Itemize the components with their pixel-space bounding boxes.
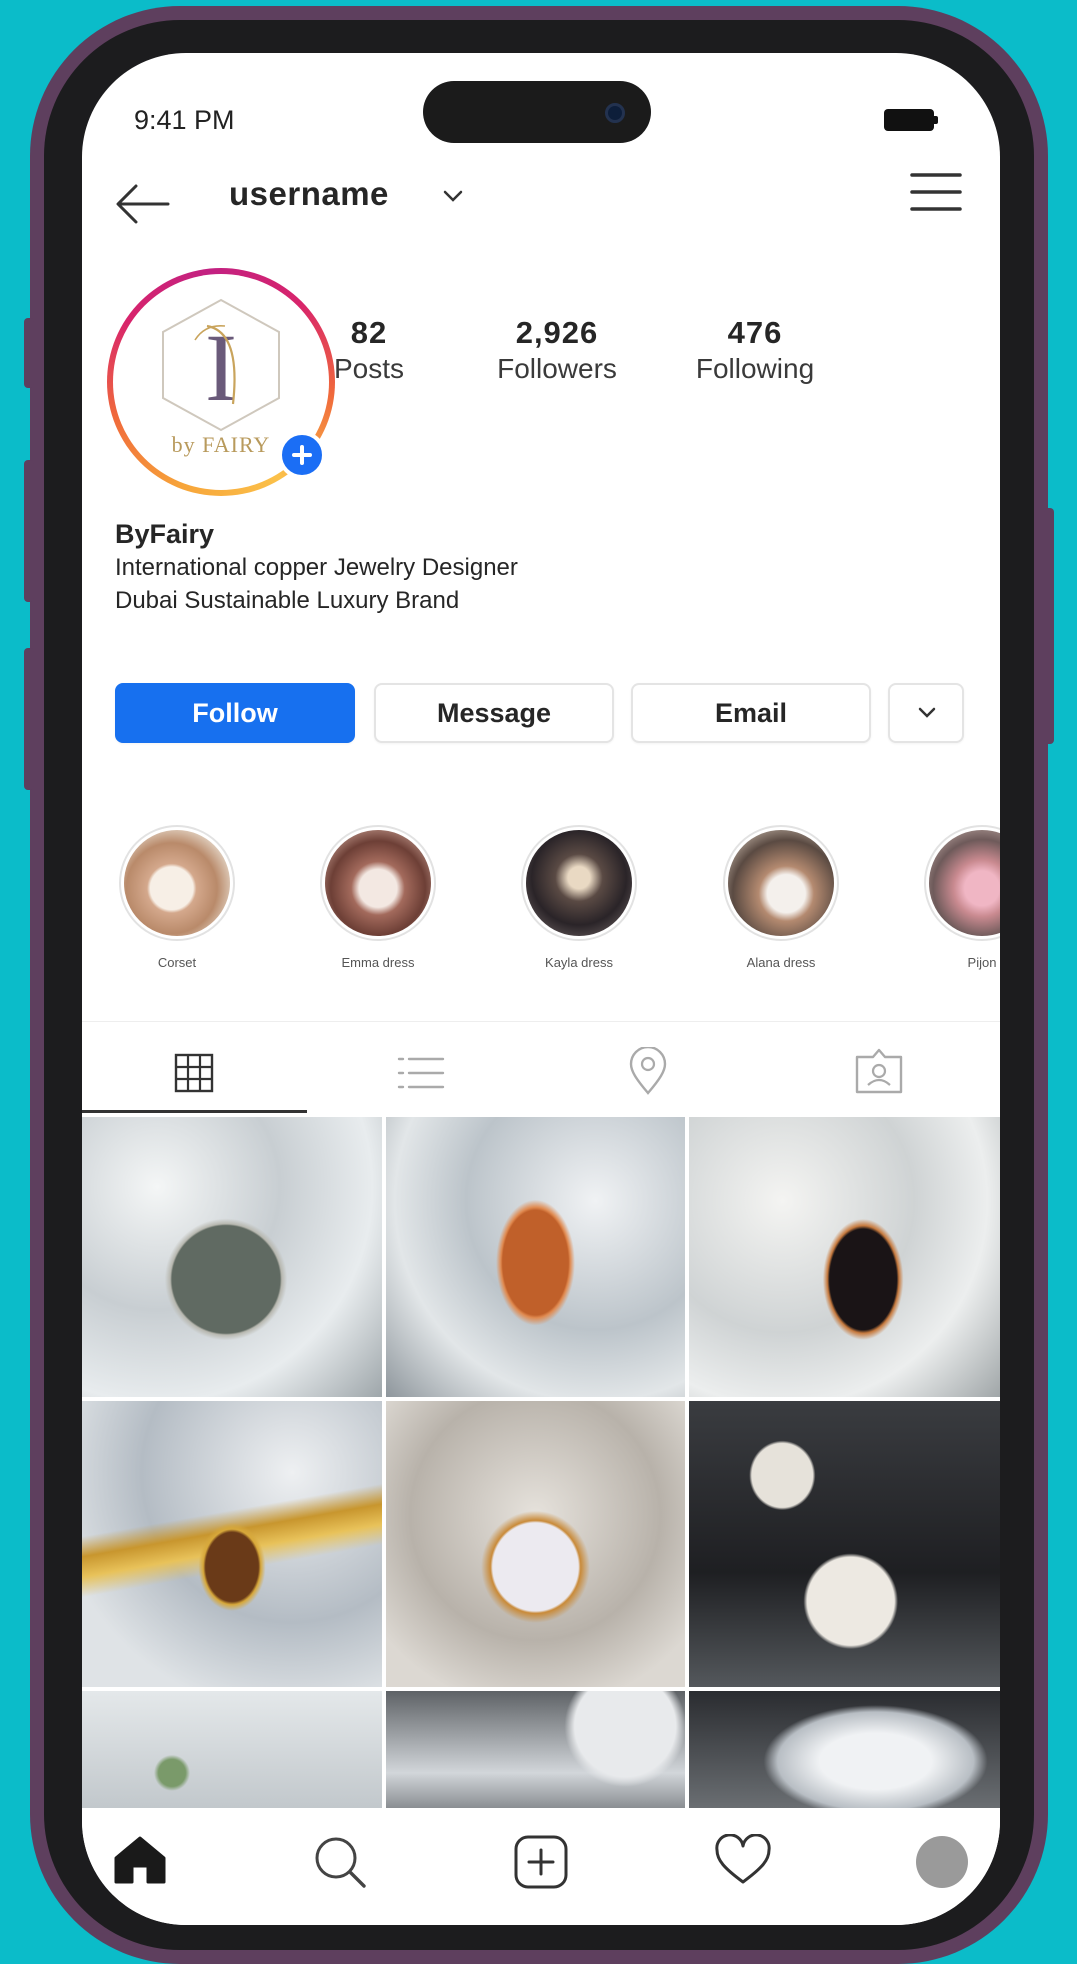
highlight-label: Corset bbox=[157, 955, 197, 970]
side-button-power bbox=[1044, 508, 1054, 744]
stat-posts-value: 82 bbox=[350, 315, 388, 350]
post-thumbnail[interactable] bbox=[689, 1401, 1000, 1687]
side-button-volume-up bbox=[24, 460, 34, 602]
post-thumbnail[interactable] bbox=[82, 1117, 382, 1397]
profile-name: ByFairy bbox=[115, 519, 215, 549]
dynamic-island bbox=[423, 81, 651, 143]
stat-following[interactable]: 476 Following bbox=[680, 315, 830, 385]
post-thumbnail[interactable] bbox=[386, 1401, 685, 1687]
follow-button[interactable]: Follow bbox=[115, 683, 355, 743]
active-tab-indicator bbox=[82, 1110, 307, 1113]
battery-icon bbox=[884, 109, 938, 131]
phone-screen: 9:41 PM username I by FAIRY 82 Posts 2,9… bbox=[82, 53, 1000, 1925]
stat-following-label: Following bbox=[695, 353, 815, 384]
post-thumbnail[interactable] bbox=[82, 1401, 382, 1687]
chevron-down-icon bbox=[918, 707, 936, 718]
chevron-down-icon[interactable] bbox=[442, 189, 464, 203]
post-thumbnail[interactable] bbox=[386, 1117, 685, 1397]
bottom-navigation bbox=[82, 1808, 1000, 1925]
home-icon[interactable] bbox=[112, 1834, 168, 1886]
highlight-thumbnail bbox=[124, 830, 230, 936]
highlight-thumbnail bbox=[728, 830, 834, 936]
stat-followers[interactable]: 2,926 Followers bbox=[482, 315, 632, 385]
side-button-volume-down bbox=[24, 648, 34, 790]
highlight-thumbnail bbox=[325, 830, 431, 936]
byfairy-logo: I bbox=[162, 298, 280, 432]
highlight-label: Kayla dress bbox=[545, 955, 613, 970]
highlight-thumbnail bbox=[929, 830, 1000, 936]
bio-line: Dubai Sustainable Luxury Brand bbox=[115, 587, 460, 614]
heart-icon[interactable] bbox=[714, 1834, 772, 1886]
status-time: 9:41 PM bbox=[134, 105, 235, 135]
post-thumbnail[interactable] bbox=[689, 1691, 1000, 1808]
highlight-label: Alana dress bbox=[746, 955, 816, 970]
profile-bio: ByFairy International copper Jewelry Des… bbox=[115, 518, 518, 619]
stat-followers-label: Followers bbox=[497, 353, 617, 384]
stat-posts-label: Posts bbox=[333, 353, 405, 384]
front-camera bbox=[605, 103, 625, 123]
grid-icon[interactable] bbox=[174, 1053, 214, 1093]
add-story-button[interactable] bbox=[278, 431, 326, 479]
svg-text:I: I bbox=[205, 314, 237, 421]
hamburger-menu-icon[interactable] bbox=[910, 171, 962, 213]
add-post-icon[interactable] bbox=[513, 1834, 569, 1890]
back-arrow-icon[interactable] bbox=[112, 178, 170, 228]
highlight-label: Emma dress bbox=[341, 955, 415, 970]
message-button[interactable]: Message bbox=[374, 683, 614, 743]
stat-following-value: 476 bbox=[727, 315, 783, 350]
post-thumbnail[interactable] bbox=[689, 1117, 1000, 1397]
username-title[interactable]: username bbox=[229, 175, 389, 213]
stat-followers-value: 2,926 bbox=[515, 315, 599, 350]
avatar-logo-text: by FAIRY bbox=[171, 432, 271, 457]
location-pin-icon[interactable] bbox=[628, 1047, 668, 1095]
email-button[interactable]: Email bbox=[631, 683, 871, 743]
post-thumbnail[interactable] bbox=[82, 1691, 382, 1808]
tagged-icon[interactable] bbox=[854, 1047, 904, 1095]
side-button-silent bbox=[24, 318, 34, 388]
post-thumbnail[interactable] bbox=[386, 1691, 685, 1808]
search-icon[interactable] bbox=[312, 1834, 368, 1890]
highlight-label: Pijon bbox=[967, 955, 997, 970]
list-icon[interactable] bbox=[397, 1055, 445, 1091]
profile-avatar[interactable] bbox=[916, 1836, 968, 1888]
stat-posts[interactable]: 82 Posts bbox=[314, 315, 424, 385]
suggested-accounts-button[interactable] bbox=[888, 683, 964, 743]
bio-line: International copper Jewelry Designer bbox=[115, 554, 518, 581]
highlight-thumbnail bbox=[526, 830, 632, 936]
